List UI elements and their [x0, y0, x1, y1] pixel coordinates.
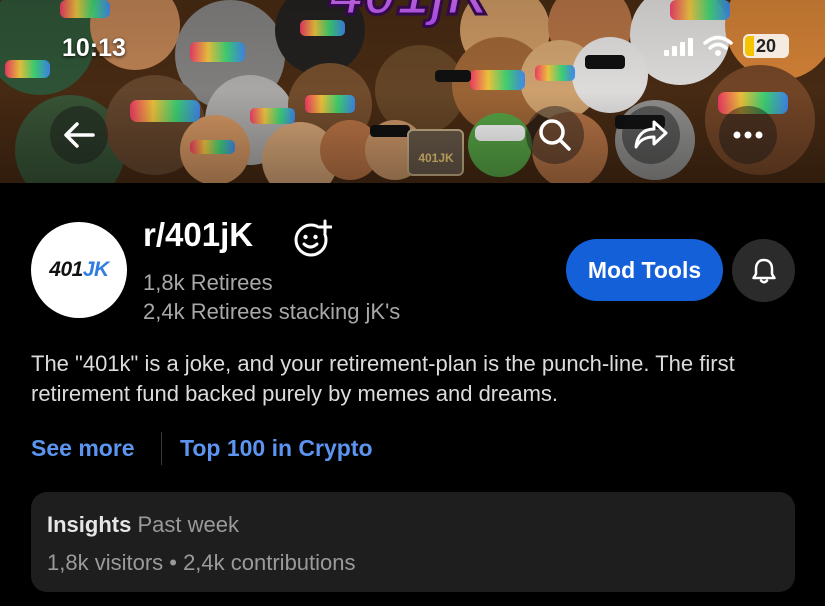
- insights-title: Insights: [47, 512, 132, 537]
- cellular-signal-icon: [664, 36, 693, 56]
- bell-icon: [751, 258, 776, 283]
- back-button[interactable]: [50, 106, 108, 164]
- avatar-logo: 401JK: [49, 258, 109, 281]
- notifications-button[interactable]: [732, 239, 795, 302]
- search-button[interactable]: [526, 106, 584, 164]
- mod-tools-button[interactable]: Mod Tools: [566, 239, 723, 301]
- ranking-link[interactable]: Top 100 in Crypto: [180, 435, 373, 462]
- status-time: 10:13: [62, 34, 126, 62]
- community-description: The "401k" is a joke, and your retiremen…: [31, 351, 735, 406]
- search-icon: [539, 119, 571, 151]
- share-button[interactable]: [622, 106, 680, 164]
- community-banner: 401jK 401JK: [0, 0, 825, 183]
- member-count: 1,8k Retirees: [143, 270, 273, 295]
- community-name: r/401jK: [143, 216, 254, 253]
- more-options-button[interactable]: [719, 106, 777, 164]
- battery-indicator: 20: [743, 34, 789, 58]
- share-icon: [634, 120, 668, 149]
- online-count: 2,4k Retirees stacking jK's: [143, 299, 401, 324]
- wifi-icon: [703, 35, 733, 56]
- banner-shade: [0, 0, 825, 183]
- more-icon: [733, 131, 763, 139]
- see-more-link[interactable]: See more: [31, 435, 135, 462]
- insights-period: Past week: [137, 512, 239, 537]
- insights-card[interactable]: Insights Past week 1,8k visitors • 2,4k …: [31, 492, 795, 592]
- battery-level: 20: [755, 35, 777, 56]
- add-emoji-icon[interactable]: [292, 218, 332, 258]
- insights-heading: Insights Past week: [47, 512, 239, 538]
- insights-stats: 1,8k visitors • 2,4k contributions: [47, 550, 356, 575]
- status-icons: 20: [664, 34, 789, 58]
- link-divider: [161, 432, 162, 465]
- community-avatar[interactable]: 401JK: [31, 222, 127, 318]
- arrow-left-icon: [64, 122, 95, 148]
